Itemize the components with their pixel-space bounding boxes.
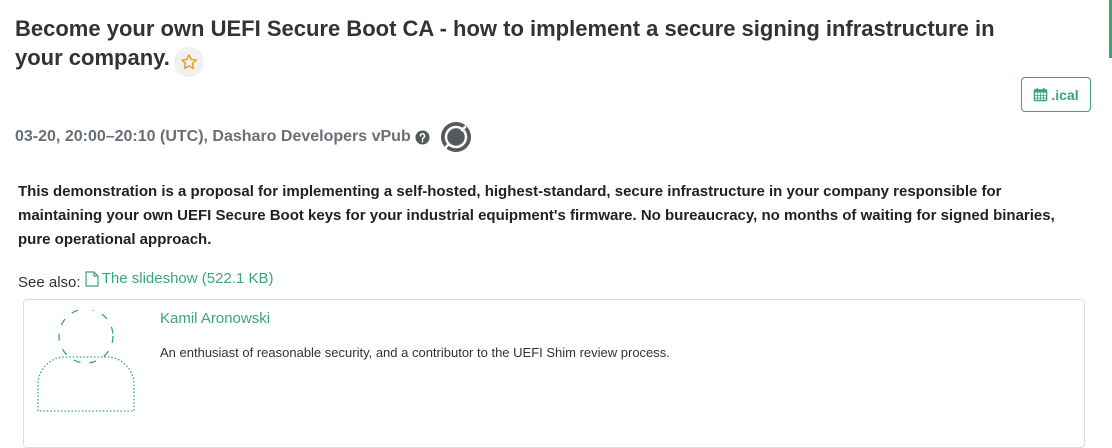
schedule-text: 03-20, 20:00–20:10 (UTC), Dasharo Develo…	[15, 128, 411, 145]
file-icon	[85, 271, 99, 287]
talk-title-text: Become your own UEFI Secure Boot CA - ho…	[15, 16, 995, 70]
default-avatar-icon	[37, 310, 135, 412]
see-also: See also: The slideshow (522.1 KB)	[18, 268, 273, 294]
speaker-card: Kamil Aronowski An enthusiast of reasona…	[23, 299, 1085, 448]
favourite-button[interactable]	[173, 47, 204, 77]
ical-label: .ical	[1051, 86, 1079, 103]
question-circle-icon[interactable]	[415, 129, 430, 145]
speaker-bio: An enthusiast of reasonable security, an…	[160, 345, 670, 360]
slideshow-link[interactable]: The slideshow (522.1 KB)	[85, 268, 274, 290]
talk-schedule: 03-20, 20:00–20:10 (UTC), Dasharo Develo…	[15, 122, 472, 152]
slideshow-link-text: The slideshow (522.1 KB)	[101, 270, 274, 287]
speaker-name-link[interactable]: Kamil Aronowski	[160, 310, 270, 327]
calendar-icon	[1034, 87, 1048, 102]
talk-abstract: This demonstration is a proposal for imp…	[18, 183, 1055, 248]
talk-title: Become your own UEFI Secure Boot CA - ho…	[15, 14, 1045, 77]
see-also-label: See also:	[18, 274, 81, 291]
ical-export-button[interactable]: .ical	[1021, 77, 1091, 112]
star-outline-icon	[180, 54, 197, 70]
video-chat-icon[interactable]	[440, 121, 472, 153]
